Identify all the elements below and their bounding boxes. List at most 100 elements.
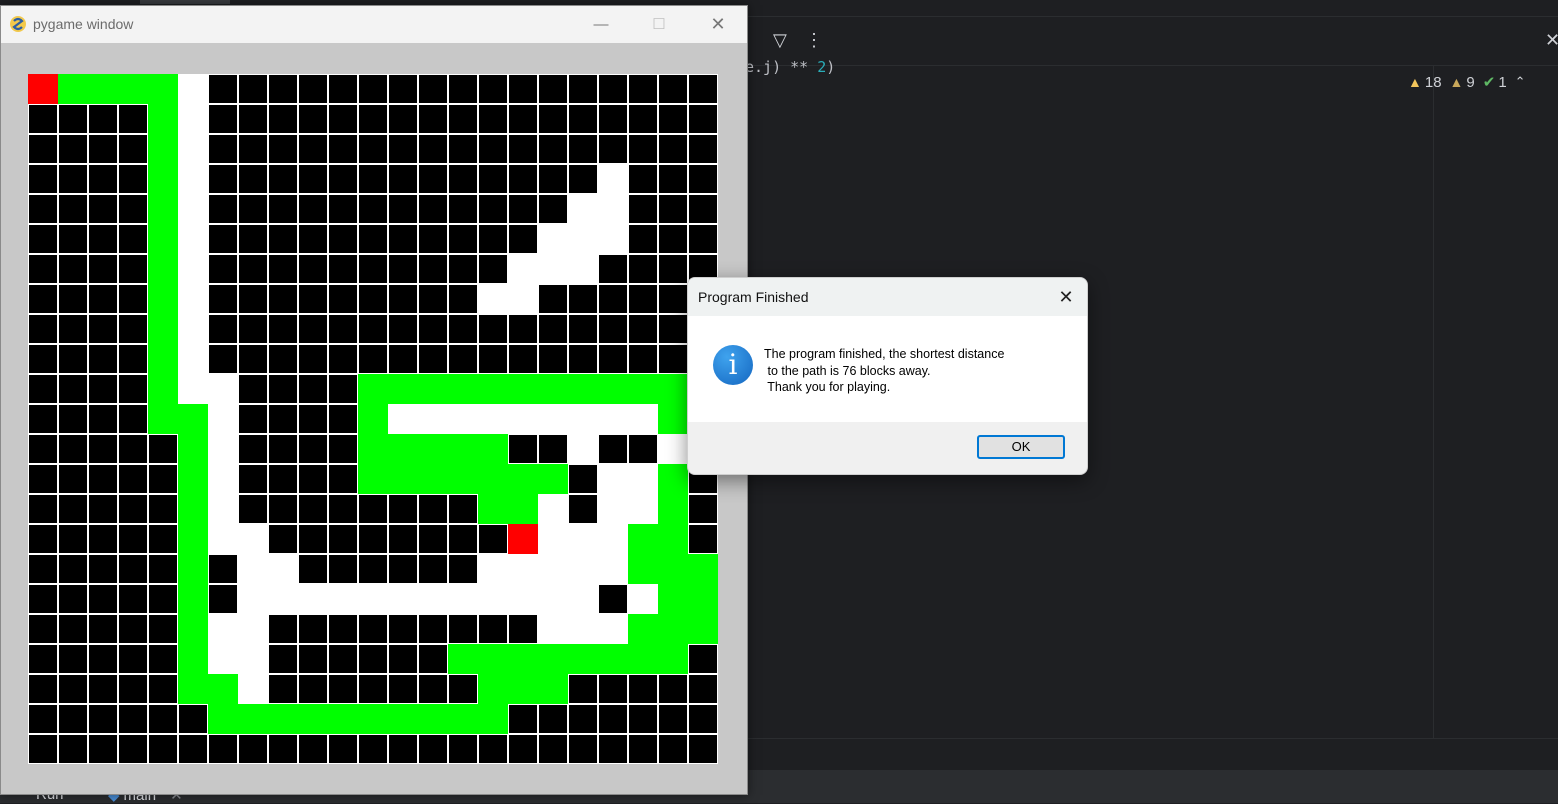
grid-cell-wall[interactable]: [419, 495, 447, 523]
grid-cell-wall[interactable]: [59, 255, 87, 283]
grid-cell-wall[interactable]: [89, 465, 117, 493]
grid-cell-wall[interactable]: [569, 495, 597, 523]
grid-cell-path[interactable]: [478, 434, 508, 464]
grid-cell-wall[interactable]: [599, 345, 627, 373]
grid-cell-path[interactable]: [508, 644, 538, 674]
grid-cell-wall[interactable]: [599, 585, 627, 613]
grid-cell-wall[interactable]: [689, 645, 717, 673]
grid-cell-wall[interactable]: [629, 195, 657, 223]
grid-cell-path[interactable]: [688, 584, 718, 614]
grid-cell-wall[interactable]: [209, 555, 237, 583]
grid-cell-wall[interactable]: [59, 675, 87, 703]
grid-cell-wall[interactable]: [59, 705, 87, 733]
grid-cell-wall[interactable]: [59, 615, 87, 643]
grid-cell-path[interactable]: [178, 554, 208, 584]
grid-cell-wall[interactable]: [269, 435, 297, 463]
grid-cell-path[interactable]: [658, 524, 688, 554]
grid-cell-wall[interactable]: [89, 705, 117, 733]
grid-cell-wall[interactable]: [149, 585, 177, 613]
grid-cell-wall[interactable]: [659, 705, 687, 733]
grid-cell-wall[interactable]: [419, 165, 447, 193]
grid-cell-wall[interactable]: [269, 165, 297, 193]
grid-cell-wall[interactable]: [239, 285, 267, 313]
grid-cell-path[interactable]: [478, 644, 508, 674]
grid-cell-wall[interactable]: [389, 195, 417, 223]
grid-cell-wall[interactable]: [359, 735, 387, 763]
grid-cell-wall[interactable]: [239, 225, 267, 253]
grid-cell-wall[interactable]: [59, 525, 87, 553]
grid-cell-path[interactable]: [178, 614, 208, 644]
grid-cell-path[interactable]: [178, 644, 208, 674]
grid-cell-wall[interactable]: [659, 255, 687, 283]
grid-cell-wall[interactable]: [629, 705, 657, 733]
grid-cell-wall[interactable]: [419, 105, 447, 133]
grid-cell-wall[interactable]: [389, 345, 417, 373]
grid-cell-wall[interactable]: [629, 435, 657, 463]
grid-cell-path[interactable]: [148, 74, 178, 104]
grid-cell-wall[interactable]: [299, 195, 327, 223]
grid-cell-open[interactable]: [568, 554, 598, 584]
grid-cell-open[interactable]: [538, 254, 568, 284]
grid-cell-wall[interactable]: [449, 615, 477, 643]
grid-cell-path[interactable]: [388, 434, 418, 464]
grid-cell-wall[interactable]: [389, 555, 417, 583]
grid-cell-open[interactable]: [208, 614, 238, 644]
grid-cell-wall[interactable]: [29, 285, 57, 313]
grid-cell-wall[interactable]: [569, 345, 597, 373]
grid-cell-wall[interactable]: [509, 165, 537, 193]
grid-cell-wall[interactable]: [239, 195, 267, 223]
grid-cell-open[interactable]: [568, 404, 598, 434]
grid-cell-wall[interactable]: [419, 735, 447, 763]
grid-cell-open[interactable]: [178, 374, 208, 404]
grid-cell-wall[interactable]: [329, 345, 357, 373]
grid-cell-wall[interactable]: [269, 255, 297, 283]
grid-cell-wall[interactable]: [209, 315, 237, 343]
grid-cell-wall[interactable]: [329, 225, 357, 253]
grid-cell-path[interactable]: [208, 704, 238, 734]
grid-cell-path[interactable]: [238, 704, 268, 734]
grid-cell-wall[interactable]: [569, 465, 597, 493]
grid-cell-path[interactable]: [418, 464, 448, 494]
ok-button[interactable]: OK: [977, 435, 1065, 459]
grid-cell-wall[interactable]: [629, 105, 657, 133]
grid-cell-wall[interactable]: [479, 525, 507, 553]
grid-cell-wall[interactable]: [359, 675, 387, 703]
grid-cell-open[interactable]: [598, 464, 628, 494]
grid-cell-wall[interactable]: [59, 735, 87, 763]
grid-cell-wall[interactable]: [599, 285, 627, 313]
grid-cell-wall[interactable]: [479, 165, 507, 193]
grid-cell-wall[interactable]: [149, 705, 177, 733]
grid-cell-open[interactable]: [208, 644, 238, 674]
grid-cell-path[interactable]: [178, 524, 208, 554]
grid-cell-wall[interactable]: [449, 315, 477, 343]
grid-cell-wall[interactable]: [599, 75, 627, 103]
grid-cell-wall[interactable]: [269, 315, 297, 343]
grid-cell-wall[interactable]: [449, 75, 477, 103]
grid-cell-path[interactable]: [388, 374, 418, 404]
grid-cell-wall[interactable]: [239, 735, 267, 763]
grid-cell-path[interactable]: [388, 704, 418, 734]
grid-cell-wall[interactable]: [359, 525, 387, 553]
grid-cell-path[interactable]: [628, 374, 658, 404]
grid-cell-wall[interactable]: [599, 735, 627, 763]
grid-cell-wall[interactable]: [29, 585, 57, 613]
grid-cell-open[interactable]: [508, 284, 538, 314]
grid-cell-wall[interactable]: [539, 705, 567, 733]
grid-cell-wall[interactable]: [539, 165, 567, 193]
grid-cell-wall[interactable]: [269, 645, 297, 673]
grid-cell-wall[interactable]: [689, 495, 717, 523]
grid-cell-wall[interactable]: [509, 75, 537, 103]
grid-cell-open[interactable]: [208, 524, 238, 554]
grid-cell-wall[interactable]: [29, 435, 57, 463]
grid-cell-open[interactable]: [568, 614, 598, 644]
grid-cell-wall[interactable]: [389, 735, 417, 763]
grid-cell-wall[interactable]: [419, 225, 447, 253]
grid-cell-wall[interactable]: [479, 255, 507, 283]
grid-cell-wall[interactable]: [269, 195, 297, 223]
grid-cell-wall[interactable]: [89, 195, 117, 223]
grid-cell-wall[interactable]: [269, 135, 297, 163]
grid-cell-path[interactable]: [178, 494, 208, 524]
grid-cell-open[interactable]: [508, 554, 538, 584]
grid-cell-wall[interactable]: [629, 315, 657, 343]
grid-cell-wall[interactable]: [659, 165, 687, 193]
